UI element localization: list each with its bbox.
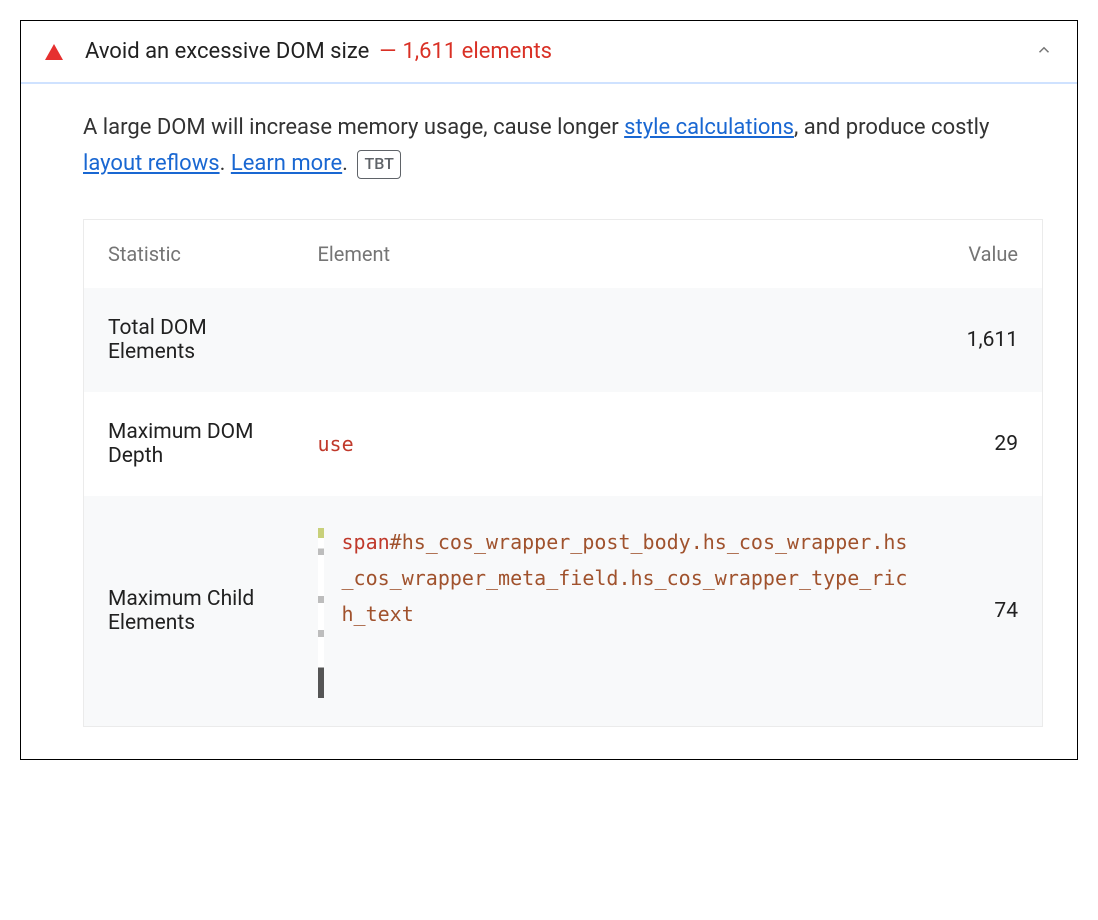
stat-label: Total DOM Elements [84,288,294,392]
chevron-up-icon[interactable] [1035,40,1053,64]
col-value: Value [933,219,1043,288]
link-learn-more[interactable]: Learn more [231,151,342,176]
stat-label: Maximum DOM Depth [84,392,294,496]
audit-body: A large DOM will increase memory usage, … [21,84,1077,759]
element-tag: use [318,432,354,456]
audit-description: A large DOM will increase memory usage, … [83,110,1043,183]
element-tag: span [342,530,390,554]
stat-value: 1,611 [933,288,1043,392]
element-selector: span#hs_cos_wrapper_post_body.hs_cos_wra… [342,524,909,632]
stat-element: use [294,392,933,496]
table-row: Maximum DOM Depth use 29 [84,392,1043,496]
desc-text: , and produce costly [794,115,989,140]
col-statistic: Statistic [84,219,294,288]
link-layout-reflows[interactable]: layout reflows [83,151,220,176]
audit-header[interactable]: Avoid an excessive DOM size — 1,611 elem… [21,21,1077,84]
stat-value: 74 [933,496,1043,727]
table-row: Total DOM Elements 1,611 [84,288,1043,392]
element-count: 1,611 elements [402,39,552,64]
stat-element: span#hs_cos_wrapper_post_body.hs_cos_wra… [294,496,933,727]
desc-text: A large DOM will increase memory usage, … [83,115,624,140]
stat-value: 29 [933,392,1043,496]
link-style-calculations[interactable]: style calculations [624,115,794,140]
desc-text: . [342,151,348,176]
desc-text: . [220,151,231,176]
stat-label: Maximum Child Elements [84,496,294,727]
element-thumbnail [318,528,324,698]
audit-title: Avoid an excessive DOM size [85,39,369,64]
dash-separator: — [379,39,396,64]
col-element: Element [294,219,933,288]
stats-table: Statistic Element Value Total DOM Elemen… [83,219,1043,727]
audit-panel: Avoid an excessive DOM size — 1,611 elem… [20,20,1078,760]
stat-element [294,288,933,392]
element-id-class: #hs_cos_wrapper_post_body.hs_cos_wrapper… [342,530,908,626]
tbt-badge: TBT [357,150,400,178]
table-row: Maximum Child Elements span#hs_cos_wrapp… [84,496,1043,727]
warning-triangle-icon [45,44,63,60]
